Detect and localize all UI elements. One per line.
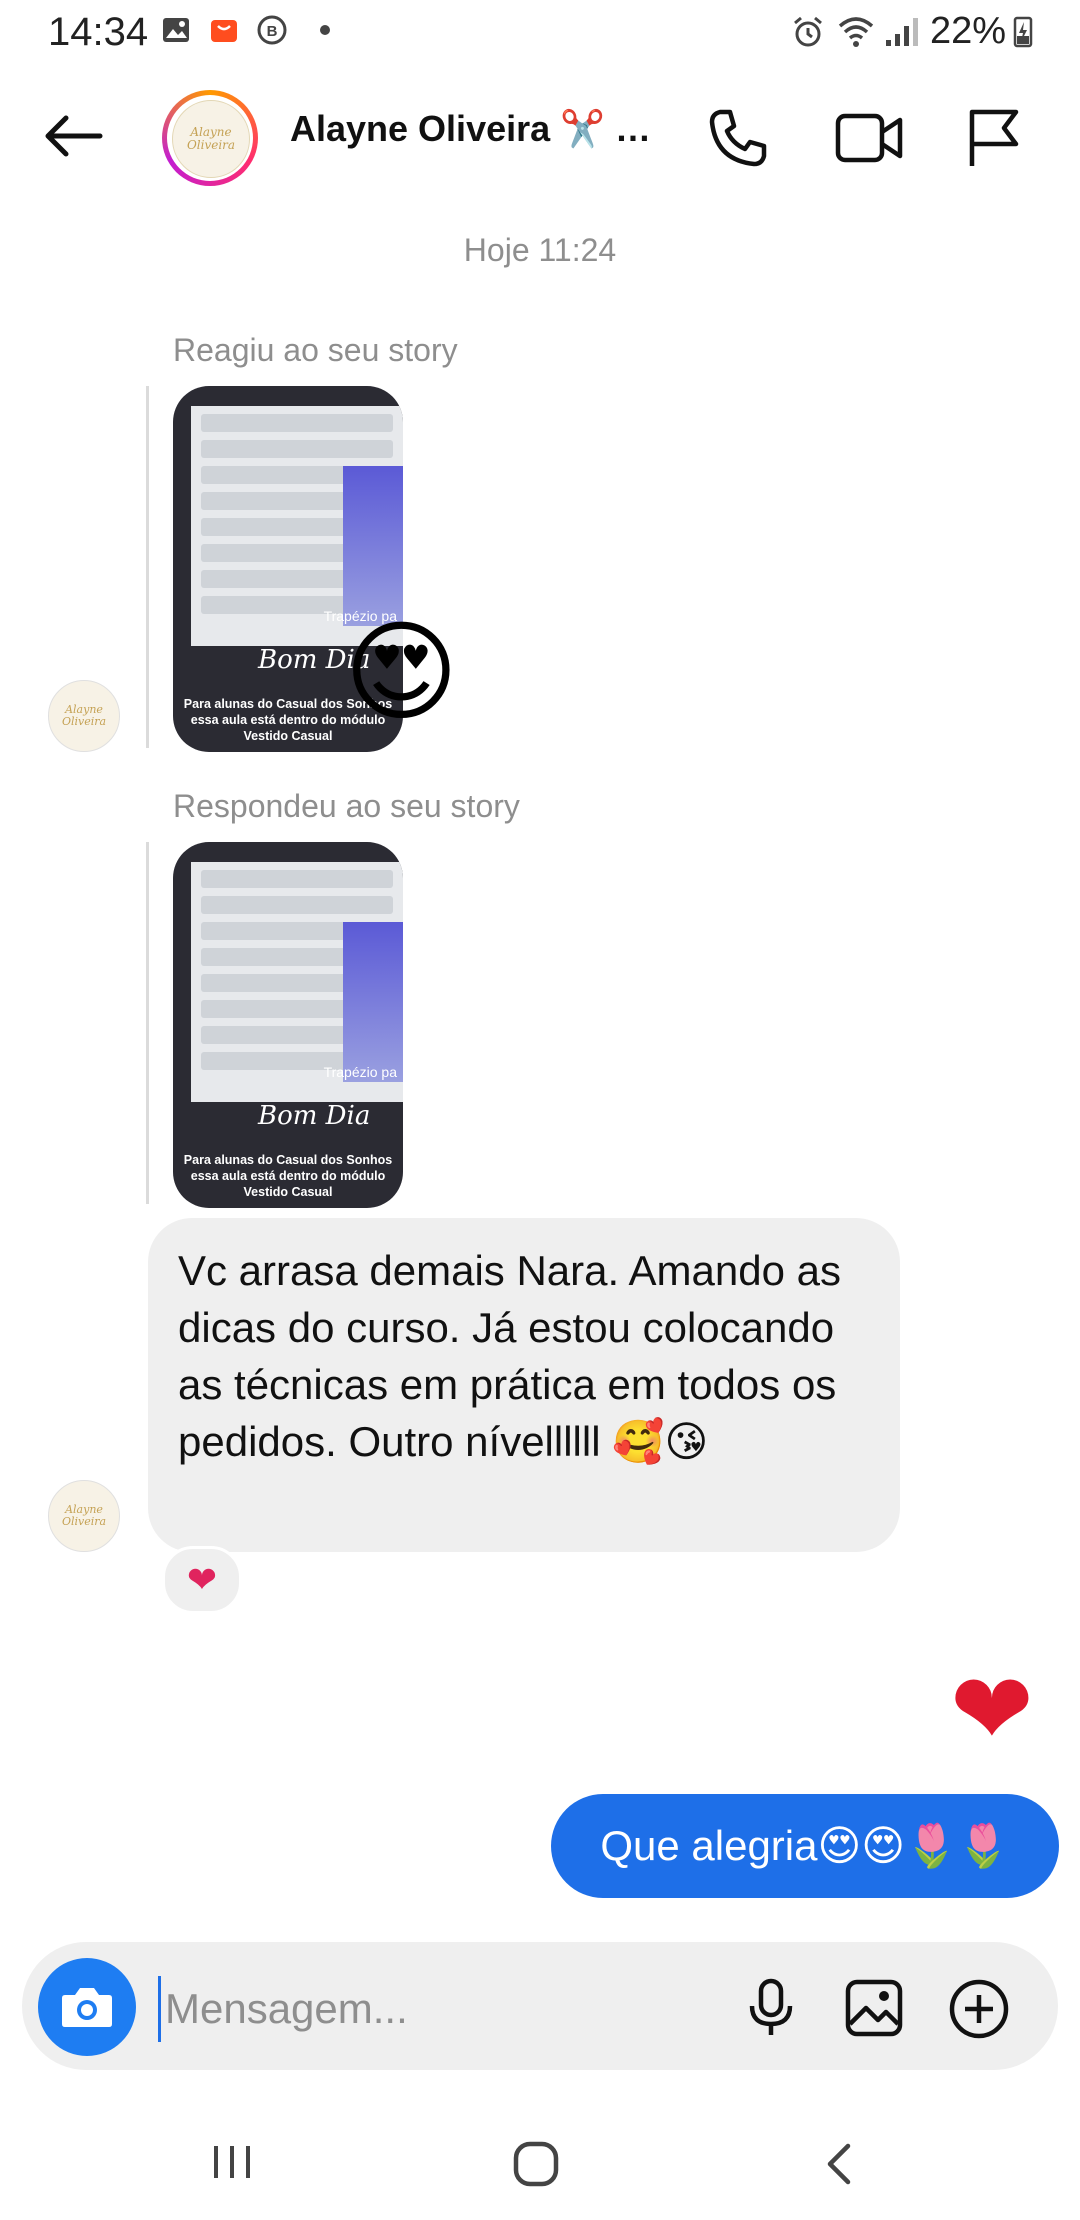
gallery-icon[interactable] — [844, 1978, 904, 2038]
heart-eyes-reaction-emoji: 😍 — [344, 611, 459, 734]
phone-call-icon[interactable] — [706, 106, 770, 170]
recent-apps-icon[interactable] — [210, 2142, 254, 2182]
svg-text:B: B — [267, 23, 278, 40]
heart-reaction-badge[interactable]: ❤ — [162, 1546, 242, 1614]
signal-icon — [886, 18, 918, 46]
gallery-notification-icon — [163, 18, 189, 42]
sender-avatar[interactable]: Alayne Oliveira — [48, 1480, 120, 1552]
video-call-icon[interactable] — [834, 106, 904, 170]
story-quote-line — [146, 386, 149, 748]
story-caption: Para alunas do Casual dos Sonhos essa au… — [183, 1153, 393, 1199]
chat-contact-name[interactable]: Alayne Oliveira ✂️ … — [290, 108, 651, 150]
day-separator: Hoje 11:24 — [463, 232, 617, 268]
wifi-icon — [838, 17, 874, 47]
back-arrow-icon[interactable] — [40, 110, 106, 162]
avatar-logo-text: Alayne Oliveira — [172, 100, 250, 178]
message-input[interactable] — [158, 1976, 707, 2042]
status-bar: 14:34 B 22% — [0, 0, 1080, 70]
battery-percent: 22% — [930, 10, 1007, 52]
story-quote-line — [146, 842, 149, 1204]
received-message-bubble[interactable]: Vc arrasa demais Nara. Amando as dicas d… — [148, 1218, 900, 1552]
story-bom-dia: Bom Dia — [258, 1101, 371, 1131]
story-reaction-label: Reagiu ao seu story — [173, 332, 458, 368]
system-nav-bar — [0, 2100, 1080, 2220]
story-thumbnail-2[interactable]: Trapézio pa Bom Dia Para alunas do Casua… — [173, 842, 403, 1208]
sent-heart-emoji[interactable]: ❤ — [950, 1660, 1034, 1760]
alarm-icon — [794, 16, 822, 47]
story-tag: Trapézio pa — [323, 1064, 397, 1080]
more-notifications-dot-icon — [320, 25, 330, 35]
microphone-icon[interactable] — [746, 1978, 796, 2038]
sent-message-bubble[interactable]: Que alegria😍😍🌷🌷 — [551, 1794, 1059, 1898]
sender-avatar[interactable]: Alayne Oliveira — [48, 680, 120, 752]
home-icon[interactable] — [512, 2140, 560, 2188]
shop-notification-icon — [211, 20, 237, 42]
camera-icon — [62, 1988, 112, 2027]
story-reply-label: Respondeu ao seu story — [173, 788, 520, 824]
add-more-icon[interactable] — [948, 1978, 1010, 2040]
b-notification-icon: B — [257, 15, 287, 45]
chat-avatar[interactable]: Alayne Oliveira — [162, 90, 258, 186]
camera-button[interactable] — [38, 1958, 136, 2056]
status-time: 14:34 — [48, 10, 149, 54]
report-flag-icon[interactable] — [964, 106, 1024, 170]
battery-charging-icon — [1013, 16, 1033, 48]
back-nav-icon[interactable] — [822, 2140, 856, 2188]
